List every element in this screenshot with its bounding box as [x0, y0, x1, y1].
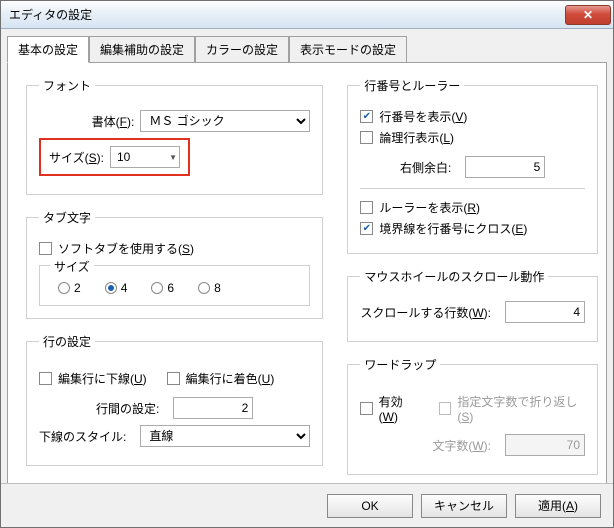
checkbox-icon	[360, 131, 373, 144]
font-face-select[interactable]: ＭＳ ゴシック	[140, 110, 310, 132]
edit-color-checkbox[interactable]: 編集行に着色(U)	[167, 370, 275, 387]
apply-button[interactable]: 適用(A)	[515, 494, 601, 518]
show-lineno-checkbox[interactable]: ✔ 行番号を表示(V)	[360, 108, 585, 125]
tab-size-group: サイズ 2 4 6 8	[39, 265, 310, 306]
group-wordwrap: ワードラップ 有効(W) 指定文字数で折り返し(S) 文字数(W):	[347, 356, 598, 475]
radio-icon	[105, 282, 117, 294]
radio-icon	[58, 282, 70, 294]
close-icon: ✕	[583, 8, 593, 22]
edit-underline-checkbox[interactable]: 編集行に下線(U)	[39, 370, 147, 387]
group-wheel-legend: マウスホイールのスクロール動作	[360, 268, 548, 285]
cross-ruler-label: 境界線を行番号にクロス(E)	[379, 220, 527, 237]
cross-ruler-checkbox[interactable]: ✔ 境界線を行番号にクロス(E)	[360, 220, 585, 237]
show-ruler-label: ルーラーを表示(R)	[379, 199, 480, 216]
checkbox-icon	[439, 402, 451, 415]
group-font: フォント 書体(F): ＭＳ ゴシック サイズ(S): 10 ▼	[26, 77, 323, 195]
radio-icon	[151, 282, 163, 294]
tabsize-radio-2[interactable]: 2	[58, 281, 81, 295]
group-line: 行の設定 編集行に下線(U) 編集行に着色(U) 行間の設定:	[26, 333, 323, 466]
wrap-enable-label: 有効(W)	[379, 393, 419, 424]
ok-button[interactable]: OK	[327, 494, 413, 518]
group-tabchar: タブ文字 ソフトタブを使用する(S) サイズ 2 4 6 8	[26, 209, 323, 319]
wrap-enable-checkbox[interactable]: 有効(W)	[360, 393, 419, 424]
chevron-down-icon: ▼	[169, 153, 177, 162]
wrap-at-chars-checkbox: 指定文字数で折り返し(S)	[439, 393, 585, 424]
softtab-checkbox[interactable]: ソフトタブを使用する(S)	[39, 240, 310, 257]
wrap-chars-label: 文字数(W):	[432, 437, 491, 454]
right-margin-label: 右側余白:	[400, 159, 451, 176]
tab-bar: 基本の設定 編集補助の設定 カラーの設定 表示モードの設定	[1, 29, 613, 62]
close-button[interactable]: ✕	[565, 5, 611, 25]
wrap-at-chars-label: 指定文字数で折り返し(S)	[457, 393, 585, 424]
font-size-highlight: サイズ(S): 10 ▼	[39, 138, 190, 176]
cancel-button[interactable]: キャンセル	[421, 494, 507, 518]
logical-line-label: 論理行表示(L)	[379, 129, 454, 146]
tabsize-radio-6[interactable]: 6	[151, 281, 174, 295]
font-face-label: 書体(F):	[92, 113, 135, 130]
tab-panel-basic: フォント 書体(F): ＭＳ ゴシック サイズ(S): 10 ▼	[7, 62, 607, 500]
tab-edit-assist[interactable]: 編集補助の設定	[89, 36, 195, 63]
font-size-select[interactable]: 10 ▼	[110, 146, 180, 168]
group-font-legend: フォント	[39, 77, 95, 94]
separator	[360, 188, 585, 189]
group-lineno-legend: 行番号とルーラー	[360, 77, 464, 94]
wrap-chars-input	[505, 434, 585, 456]
tab-display-mode[interactable]: 表示モードの設定	[289, 36, 407, 63]
show-ruler-checkbox[interactable]: ルーラーを表示(R)	[360, 199, 585, 216]
group-wheel: マウスホイールのスクロール動作 スクロールする行数(W):	[347, 268, 598, 342]
tab-basic[interactable]: 基本の設定	[7, 36, 89, 63]
button-bar: OK キャンセル 適用(A)	[1, 483, 613, 527]
line-spacing-input[interactable]	[173, 397, 253, 419]
tabsize-radio-4[interactable]: 4	[105, 281, 128, 295]
softtab-label: ソフトタブを使用する(S)	[58, 240, 194, 257]
tab-size-legend: サイズ	[50, 258, 94, 275]
logical-line-checkbox[interactable]: 論理行表示(L)	[360, 129, 585, 146]
checkbox-icon: ✔	[360, 222, 373, 235]
font-size-label: サイズ(S):	[49, 149, 104, 166]
edit-color-label: 編集行に着色(U)	[186, 370, 275, 387]
underline-style-label: 下線のスタイル:	[39, 428, 126, 445]
checkbox-icon	[360, 201, 373, 214]
checkbox-icon	[360, 402, 372, 415]
checkbox-icon	[39, 242, 52, 255]
underline-style-select[interactable]: 直線	[140, 425, 310, 447]
scroll-rows-input[interactable]	[505, 301, 585, 323]
right-margin-input[interactable]	[465, 156, 545, 178]
titlebar: エディタの設定 ✕	[1, 1, 613, 29]
scroll-rows-label: スクロールする行数(W):	[360, 304, 491, 321]
checkbox-icon	[167, 372, 180, 385]
edit-underline-label: 編集行に下線(U)	[58, 370, 147, 387]
radio-icon	[198, 282, 210, 294]
group-tabchar-legend: タブ文字	[39, 209, 95, 226]
group-line-legend: 行の設定	[39, 333, 95, 350]
window-title: エディタの設定	[9, 6, 565, 23]
checkbox-icon: ✔	[360, 110, 373, 123]
tab-color[interactable]: カラーの設定	[195, 36, 289, 63]
checkbox-icon	[39, 372, 52, 385]
line-spacing-label: 行間の設定:	[96, 400, 159, 417]
dialog-window: エディタの設定 ✕ 基本の設定 編集補助の設定 カラーの設定 表示モードの設定 …	[0, 0, 614, 528]
show-lineno-label: 行番号を表示(V)	[379, 108, 467, 125]
tabsize-radio-8[interactable]: 8	[198, 281, 221, 295]
group-wordwrap-legend: ワードラップ	[360, 356, 440, 373]
group-lineno-ruler: 行番号とルーラー ✔ 行番号を表示(V) 論理行表示(L) 右側余白:	[347, 77, 598, 254]
